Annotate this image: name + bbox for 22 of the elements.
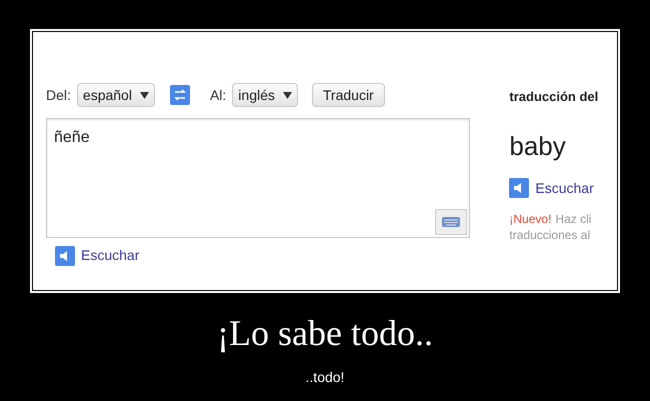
- source-language-select[interactable]: español: [76, 83, 155, 107]
- poster-subtitle: ..todo!: [306, 368, 344, 387]
- source-text-area[interactable]: ñeñe: [46, 118, 470, 238]
- swap-icon[interactable]: [170, 85, 190, 105]
- poster-title: ¡Lo sabe todo..: [217, 315, 433, 351]
- keyboard-icon[interactable]: [435, 209, 467, 235]
- hint-text: Haz cli: [555, 210, 592, 226]
- result-heading: traducción del: [509, 88, 600, 106]
- dropdown-arrow-icon: [140, 92, 149, 98]
- source-text: ñeñe: [54, 128, 91, 148]
- target-language-select[interactable]: inglés: [232, 83, 298, 107]
- listen-link[interactable]: Escuchar: [81, 245, 140, 266]
- speaker-icon[interactable]: [509, 178, 530, 198]
- from-label: Del:: [46, 86, 71, 104]
- to-label: Al:: [210, 86, 226, 104]
- speaker-icon[interactable]: [55, 246, 75, 266]
- translate-button[interactable]: Traducir: [312, 83, 385, 107]
- dropdown-arrow-icon: [282, 92, 292, 98]
- new-label: ¡Nuevo!: [509, 210, 552, 226]
- listen-link[interactable]: Escuchar: [535, 178, 594, 198]
- hint-text: traducciones al: [509, 226, 592, 242]
- translated-text: baby: [509, 130, 567, 162]
